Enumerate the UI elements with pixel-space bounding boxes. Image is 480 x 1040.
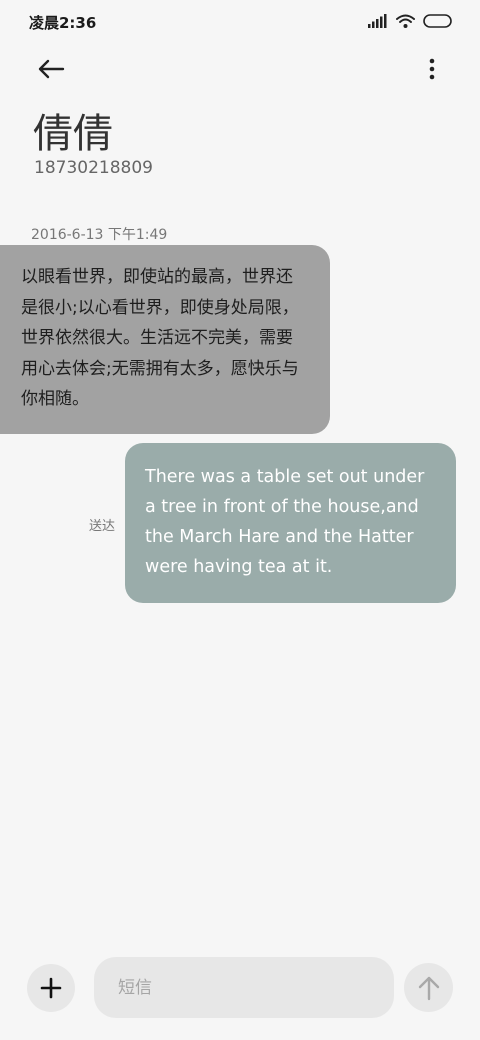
back-button[interactable] [33,54,69,84]
composer-bar [0,950,480,1030]
plus-icon [40,977,62,999]
contact-phone: 18730218809 [34,158,153,178]
arrow-left-icon [38,59,65,79]
delivery-status: 送达 [89,519,116,534]
outgoing-message-text: There was a table set out under a tree i… [145,467,425,577]
incoming-message-bubble[interactable]: 以眼看世界，即使站的最高，世界还是很小;以心看世界，即使身处局限，世界依然很大。… [0,245,330,434]
message-timestamp: 2016-6-13 下午1:49 [31,227,168,243]
contact-name: 倩倩 [33,111,113,157]
signal-icon [368,14,387,28]
message-input[interactable] [94,957,394,1018]
more-options-button[interactable] [420,54,444,84]
toolbar [0,44,480,94]
status-icons [368,14,453,28]
add-attachment-button[interactable] [27,964,75,1012]
battery-icon [423,14,452,28]
wifi-icon [396,14,415,28]
status-bar: 凌晨2:36 [0,0,480,44]
status-time: 凌晨2:36 [29,14,97,32]
outgoing-message-bubble[interactable]: There was a table set out under a tree i… [125,443,456,603]
incoming-message-text: 以眼看世界，即使站的最高，世界还是很小;以心看世界，即使身处局限，世界依然很大。… [21,267,299,409]
send-button[interactable] [404,963,453,1012]
arrow-up-icon [418,976,439,1000]
more-vertical-icon [429,58,435,80]
